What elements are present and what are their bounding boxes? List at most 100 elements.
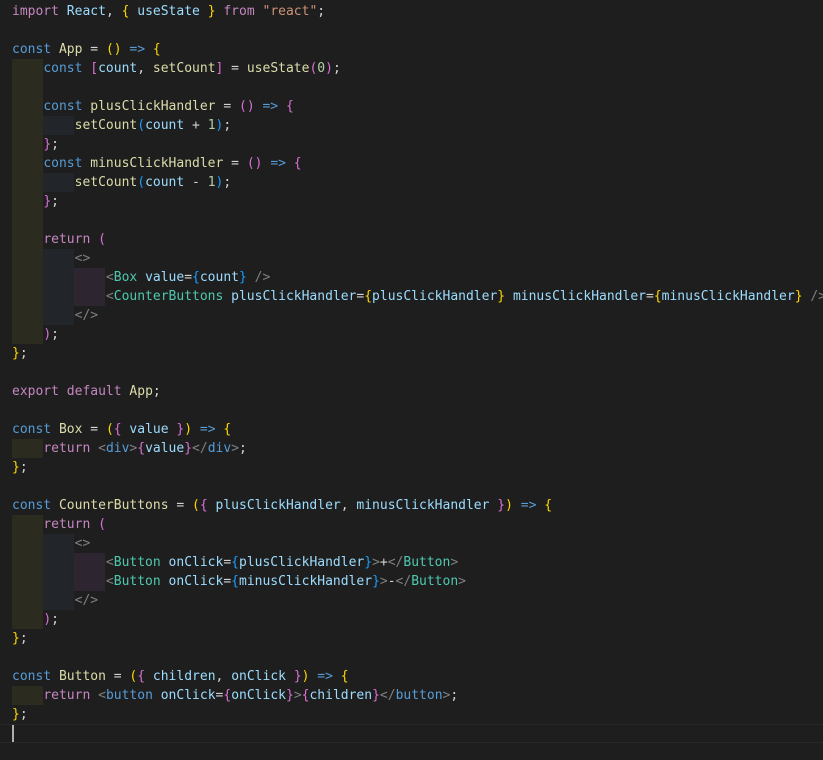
code-line[interactable]: const Box = ({ value }) => {	[0, 420, 823, 439]
code-line[interactable]	[0, 648, 823, 667]
code-token: plusClickHandler	[215, 498, 341, 513]
code-line[interactable]: );	[0, 610, 823, 629]
code-line[interactable]: const Button = ({ children, onClick }) =…	[0, 667, 823, 686]
code-line[interactable]: const App = () => {	[0, 40, 823, 59]
code-lines[interactable]: import React, { useState } from "react";…	[0, 2, 823, 724]
code-token: Button	[403, 555, 451, 570]
code-line[interactable]: const CounterButtons = ({ plusClickHandl…	[0, 496, 823, 515]
code-line[interactable]: <>	[0, 249, 823, 268]
code-token: children	[152, 669, 216, 684]
code-token: =	[223, 574, 232, 589]
code-token: =	[184, 270, 193, 285]
code-line[interactable]	[0, 477, 823, 496]
code-line[interactable]: );	[0, 325, 823, 344]
code-token: (	[192, 498, 200, 513]
code-token: <	[105, 574, 114, 589]
code-token: setCount	[152, 61, 216, 76]
code-line[interactable]: return (	[0, 515, 823, 534]
code-token: {	[137, 441, 146, 456]
code-token: >	[458, 574, 466, 589]
code-line[interactable]	[0, 401, 823, 420]
code-line[interactable]: };	[0, 629, 823, 648]
code-line[interactable]: import React, { useState } from "react";	[0, 2, 823, 21]
code-line[interactable]: return (	[0, 230, 823, 249]
code-token: </>	[74, 593, 99, 608]
code-line[interactable]	[0, 78, 823, 97]
code-token: <	[105, 289, 114, 304]
code-line[interactable]: };	[0, 135, 823, 154]
code-token: =	[223, 61, 247, 76]
code-token: {	[653, 289, 662, 304]
code-line[interactable]: };	[0, 458, 823, 477]
code-token: {	[544, 498, 553, 513]
code-token: }	[184, 441, 193, 456]
code-token: {	[199, 498, 208, 513]
code-token: minusClickHandler	[661, 289, 795, 304]
code-line[interactable]: const [count, setCount] = useState(0);	[0, 59, 823, 78]
code-token: <	[98, 441, 106, 456]
code-token: ;	[19, 346, 28, 361]
code-token: <	[105, 555, 114, 570]
code-line[interactable]: setCount(count - 1);	[0, 173, 823, 192]
code-token: ;	[239, 441, 247, 456]
code-token: ;	[19, 460, 28, 475]
code-token: Button	[411, 574, 459, 589]
code-editor[interactable]: import React, { useState } from "react";…	[0, 0, 823, 760]
code-line[interactable]: <CounterButtons plusClickHandler={plusCl…	[0, 287, 823, 306]
code-token: ()	[239, 99, 255, 114]
code-line[interactable]: </>	[0, 591, 823, 610]
code-line[interactable]: <>	[0, 534, 823, 553]
code-line[interactable]: return <div>{value}</div>;	[0, 439, 823, 458]
code-line[interactable]: };	[0, 705, 823, 724]
code-token: ,	[137, 61, 153, 76]
code-token: {	[340, 669, 349, 684]
code-line[interactable]: };	[0, 192, 823, 211]
code-token: +	[184, 118, 208, 133]
code-token: onClick	[231, 688, 286, 703]
code-line[interactable]: <Button onClick={plusClickHandler}>+</Bu…	[0, 553, 823, 572]
code-line[interactable]: const minusClickHandler = () => {	[0, 154, 823, 173]
code-token: const	[12, 42, 52, 57]
code-line[interactable]: <Box value={count} />	[0, 268, 823, 287]
code-line[interactable]: };	[0, 344, 823, 363]
code-token: plusClickHandler	[239, 555, 365, 570]
code-line[interactable]: const plusClickHandler = () => {	[0, 97, 823, 116]
code-line[interactable]: <Button onClick={minusClickHandler}>-</B…	[0, 572, 823, 591]
code-token: }	[12, 460, 20, 475]
code-line[interactable]: export default App;	[0, 382, 823, 401]
code-token: <>	[74, 536, 91, 551]
code-token: -	[184, 175, 208, 190]
code-line[interactable]	[0, 211, 823, 230]
code-token: setCount	[74, 118, 138, 133]
code-token: )	[43, 327, 52, 342]
code-line[interactable]	[0, 21, 823, 40]
code-token: ()	[246, 156, 263, 171]
code-line[interactable]: setCount(count + 1);	[0, 116, 823, 135]
code-token: const	[43, 156, 83, 171]
code-token: }	[12, 346, 20, 361]
code-token: default	[66, 384, 122, 399]
code-token: (	[137, 118, 146, 133]
code-token: =>	[317, 669, 333, 684]
code-line[interactable]	[0, 363, 823, 382]
code-line[interactable]: return <button onClick={onClick}>{childr…	[0, 686, 823, 705]
code-line[interactable]: </>	[0, 306, 823, 325]
